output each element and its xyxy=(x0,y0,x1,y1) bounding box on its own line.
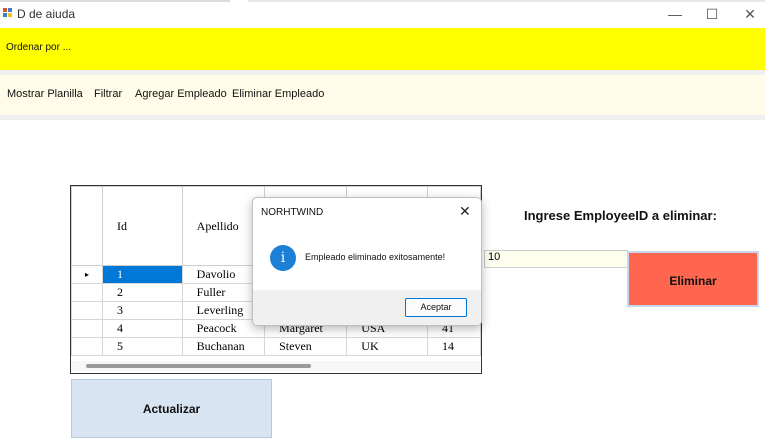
close-window-button[interactable]: ✕ xyxy=(737,4,763,24)
cell-extra[interactable]: 14 xyxy=(427,337,481,356)
row-header[interactable] xyxy=(71,301,103,320)
maximize-button[interactable]: ☐ xyxy=(699,4,725,24)
delete-button[interactable]: Eliminar xyxy=(627,251,759,307)
menu-item-filtrar[interactable]: Filtrar xyxy=(94,88,122,100)
background-window-edge xyxy=(248,0,765,2)
delete-employee-label: Ingrese EmployeeID a eliminar: xyxy=(524,208,717,223)
cell-nombre[interactable]: Steven xyxy=(264,337,348,356)
grid-scrollbar-thumb[interactable] xyxy=(86,364,311,368)
column-header-id[interactable]: Id xyxy=(101,186,183,266)
order-by-label[interactable]: Ordenar por ... xyxy=(6,42,71,53)
row-header[interactable] xyxy=(71,283,103,302)
row-header-corner xyxy=(71,186,103,266)
cell-id[interactable]: 5 xyxy=(101,337,183,356)
order-by-bar[interactable] xyxy=(0,28,765,70)
window-titlebar xyxy=(0,0,765,28)
menu-item-eliminar-empleado[interactable]: Eliminar Empleado xyxy=(232,88,324,100)
dialog-title: NORHTWIND xyxy=(261,207,324,218)
cell-id[interactable]: 3 xyxy=(101,301,183,320)
employee-id-input[interactable]: 10 xyxy=(484,250,628,268)
message-dialog: NORHTWIND ✕ i Empleado eliminado exitosa… xyxy=(252,197,482,326)
menu-item-mostrar-planilla[interactable]: Mostrar Planilla xyxy=(7,88,83,100)
app-icon xyxy=(3,8,12,17)
accept-button[interactable]: Aceptar xyxy=(405,298,467,317)
cell-apellido[interactable]: Buchanan xyxy=(181,337,266,356)
menu-item-agregar-empleado[interactable]: Agregar Empleado xyxy=(135,88,227,100)
info-icon: i xyxy=(270,245,296,271)
cell-id[interactable]: 2 xyxy=(101,283,183,302)
dialog-message: Empleado eliminado exitosamente! xyxy=(305,252,446,262)
table-row[interactable]: 5 Buchanan Steven UK 14 xyxy=(71,337,481,356)
cell-id[interactable]: 1 xyxy=(101,265,183,284)
row-header[interactable] xyxy=(71,319,103,338)
minimize-button[interactable]: — xyxy=(662,4,688,24)
background-window-edge xyxy=(0,0,230,2)
cell-pais[interactable]: UK xyxy=(346,337,428,356)
row-header[interactable] xyxy=(71,337,103,356)
row-indicator-icon[interactable]: ▸ xyxy=(71,265,103,284)
refresh-button[interactable]: Actualizar xyxy=(71,379,272,438)
dialog-close-icon[interactable]: ✕ xyxy=(459,203,471,220)
window-title: D de aiuda xyxy=(17,7,76,21)
cell-id[interactable]: 4 xyxy=(101,319,183,338)
